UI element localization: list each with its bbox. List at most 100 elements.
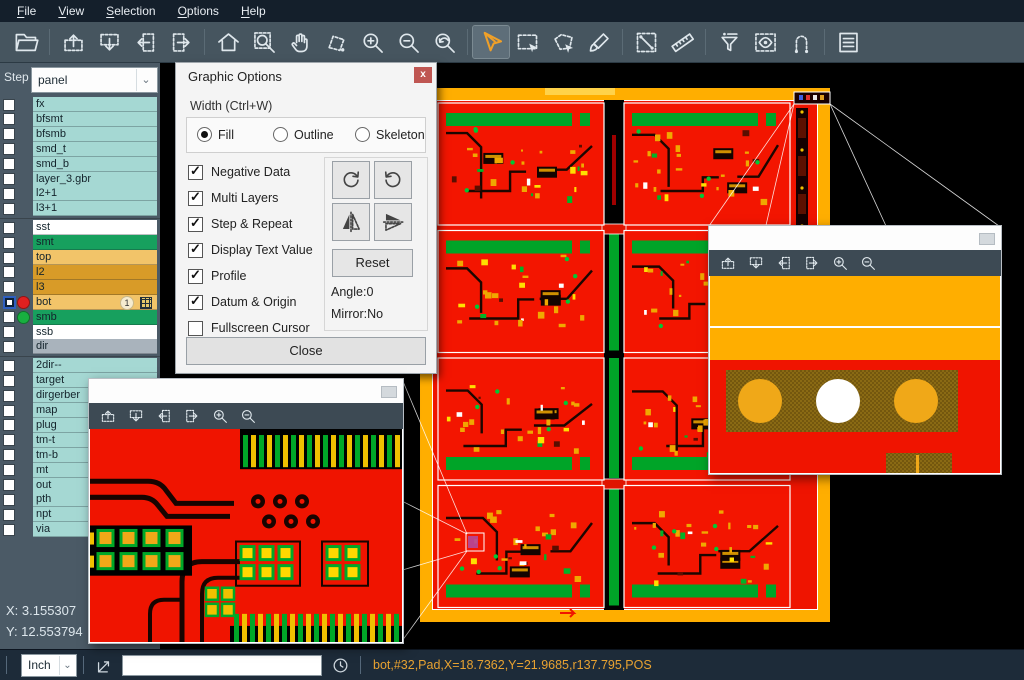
magnifier-titlebar[interactable] [89,379,403,404]
layer-checkbox[interactable] [3,113,15,125]
magnifier-window-fiducial[interactable] [708,225,1002,475]
layer-label[interactable]: bot [33,295,157,310]
option-negative-data[interactable]: Negative Data [188,163,290,181]
menu-help[interactable]: Help [230,0,277,22]
layer-checkbox[interactable] [3,158,15,170]
checkbox[interactable] [188,191,203,206]
import-down-icon[interactable] [127,407,145,425]
import-left-icon[interactable] [127,26,163,58]
layer-row-ssb[interactable]: ssb [0,325,160,340]
layer-checkbox[interactable] [3,296,16,309]
radio-skeleton[interactable]: Skeleton [355,127,425,142]
command-input[interactable] [122,655,322,676]
layer-checkbox[interactable] [3,449,15,461]
import-up-icon[interactable] [99,407,117,425]
unit-select[interactable]: Inch ⌄ [21,654,77,677]
layer-label[interactable]: 2dir-- [33,358,157,373]
view-options-icon[interactable] [747,26,783,58]
layer-list-icon[interactable] [830,26,866,58]
magnifier-view-fiducial[interactable] [710,276,1000,473]
layer-indicator-green[interactable] [17,311,30,324]
pan-hand-icon[interactable] [282,26,318,58]
measure-distance-icon[interactable] [628,26,664,58]
layer-row-smd_t[interactable]: smd_t [0,142,160,157]
vertex-edit-icon[interactable] [318,26,354,58]
layer-label[interactable]: smb [33,310,157,325]
rotate-ccw-button[interactable] [374,161,412,199]
import-up-icon[interactable] [719,254,737,272]
checkbox[interactable] [188,165,203,180]
option-profile[interactable]: Profile [188,267,246,285]
layer-label[interactable]: bfsmb [33,127,157,142]
layer-row-2dir--[interactable]: 2dir-- [0,358,160,373]
layer-row-l2[interactable]: l2 [0,265,160,280]
option-display-text-value[interactable]: Display Text Value [188,241,313,259]
zoom-window-icon[interactable] [246,26,282,58]
menu-file[interactable]: File [6,0,47,22]
option-step-repeat[interactable]: Step & Repeat [188,215,292,233]
layer-label[interactable]: smd_b [33,157,157,172]
close-button[interactable]: Close [186,337,426,365]
flip-vertical-button[interactable] [374,203,412,241]
layer-checkbox[interactable] [3,203,15,215]
layer-checkbox[interactable] [3,252,15,264]
checkbox[interactable] [188,217,203,232]
option-multi-layers[interactable]: Multi Layers [188,189,278,207]
import-up-icon[interactable] [55,26,91,58]
zoom-out-icon[interactable] [859,254,877,272]
layer-checkbox[interactable] [3,341,15,353]
layer-checkbox[interactable] [3,281,15,293]
layer-checkbox[interactable] [3,419,15,431]
layer-label[interactable]: smt [33,235,157,250]
select-arrow-icon[interactable] [473,26,509,58]
layer-row-bfsmb[interactable]: bfsmb [0,127,160,142]
layer-checkbox[interactable] [3,390,15,402]
layer-label[interactable]: l3 [33,280,157,295]
layer-indicator-red[interactable] [17,296,30,309]
layer-row-sst[interactable]: sst [0,220,160,235]
import-down-icon[interactable] [747,254,765,272]
layer-checkbox[interactable] [3,188,15,200]
radio-dot[interactable] [197,127,212,142]
option-datum-origin[interactable]: Datum & Origin [188,293,296,311]
layer-checkbox[interactable] [3,237,15,249]
layer-checkbox[interactable] [3,464,15,476]
filter-icon[interactable] [711,26,747,58]
zoom-out-icon[interactable] [239,407,257,425]
zoom-previous-icon[interactable] [426,26,462,58]
layer-label[interactable]: l2+1 [33,186,157,201]
import-right-icon[interactable] [163,26,199,58]
layer-checkbox[interactable] [3,405,15,417]
zoom-in-icon[interactable] [354,26,390,58]
layer-row-smd_b[interactable]: smd_b [0,157,160,172]
radio-outline[interactable]: Outline [273,127,334,142]
menu-selection[interactable]: Selection [95,0,166,22]
layer-row-fx[interactable]: fx [0,97,160,112]
layer-checkbox[interactable] [3,360,15,372]
zoom-in-icon[interactable] [211,407,229,425]
magnifier-view-detail[interactable] [90,429,402,642]
import-right-icon[interactable] [183,407,201,425]
import-left-icon[interactable] [775,254,793,272]
layer-row-l3[interactable]: l3 [0,280,160,295]
layer-checkbox[interactable] [3,173,15,185]
layer-label[interactable]: top [33,250,157,265]
layer-label[interactable]: sst [33,220,157,235]
layer-label[interactable]: dir [33,339,157,354]
clock-icon[interactable] [329,654,351,676]
layer-row-l2+1[interactable]: l2+1 [0,186,160,201]
paint-brush-icon[interactable] [581,26,617,58]
layer-row-dir[interactable]: dir [0,339,160,354]
zoom-out-icon[interactable] [390,26,426,58]
checkbox[interactable] [188,243,203,258]
reset-button[interactable]: Reset [332,249,413,277]
import-left-icon[interactable] [155,407,173,425]
layer-checkbox[interactable] [3,524,15,536]
layer-label[interactable]: smd_t [33,142,157,157]
option-fullscreen-cursor[interactable]: Fullscreen Cursor [188,319,310,337]
radio-dot[interactable] [355,127,370,142]
close-icon[interactable]: x [414,67,432,83]
layer-row-layer_3.gbr[interactable]: layer_3.gbr [0,172,160,187]
rect-select-icon[interactable] [509,26,545,58]
window-button[interactable] [979,233,995,245]
